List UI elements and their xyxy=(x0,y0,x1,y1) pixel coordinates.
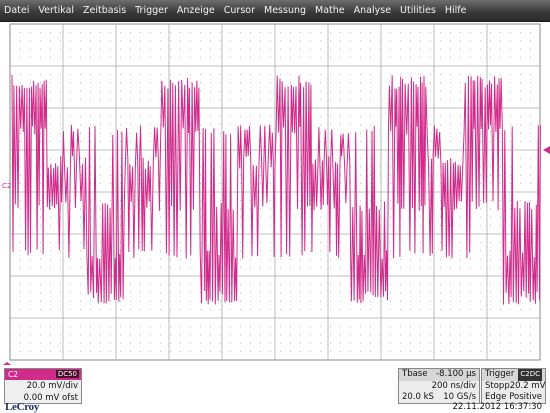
channel-name: C2 xyxy=(8,370,19,379)
trigger-header: Trigger C2DC xyxy=(482,369,545,381)
trigger-source-badge: C2DC xyxy=(518,369,542,381)
trigger-row: Stopp 20.2 mV xyxy=(482,381,545,393)
timebase-descriptor[interactable]: Tbase -8.100 µs 200 ns/div 20.0 kS 10 GS… xyxy=(398,368,480,404)
sample-count: 20.0 kS xyxy=(402,392,434,402)
trigger-level-marker[interactable] xyxy=(543,146,550,154)
trigger-mode: Stopp xyxy=(485,380,510,391)
menu-utilities[interactable]: Utilities xyxy=(400,5,436,16)
channel-2-trace xyxy=(11,74,541,305)
time-per-div: 200 ns/div xyxy=(431,380,476,391)
menu-cursor[interactable]: Cursor xyxy=(224,5,255,16)
timebase-row: 200 ns/div xyxy=(399,381,479,393)
waveform-display[interactable] xyxy=(0,22,550,365)
trigger-label: Trigger xyxy=(485,369,515,379)
trigger-level: 20.2 mV xyxy=(509,380,546,391)
menu-anzeige[interactable]: Anzeige xyxy=(177,5,215,16)
timestamp: 22.11.2012 16:37:30 xyxy=(452,402,542,412)
menu-vertikal[interactable]: Vertikal xyxy=(38,5,74,16)
channel-2-descriptor[interactable]: C2 DC50 20.0 mV/div 0.00 mV ofst xyxy=(4,368,82,404)
timebase-header: Tbase -8.100 µs xyxy=(399,369,479,381)
menu-trigger[interactable]: Trigger xyxy=(135,5,168,16)
menu-hilfe[interactable]: Hilfe xyxy=(445,5,467,16)
vertical-scale: 20.0 mV/div xyxy=(26,381,78,391)
channel-header: C2 DC50 xyxy=(5,369,81,380)
menu-messung[interactable]: Messung xyxy=(264,5,306,16)
menu-zeitbasis[interactable]: Zeitbasis xyxy=(83,5,126,16)
channel-offset-marker: C2 xyxy=(2,182,12,190)
menu-mathe[interactable]: Mathe xyxy=(315,5,345,16)
menu-analyse[interactable]: Analyse xyxy=(354,5,391,16)
timebase-delay: -8.100 µs xyxy=(436,369,476,379)
lecroy-logo: LeCroy xyxy=(5,401,40,413)
menu-bar: Datei Vertikal Zeitbasis Trigger Anzeige Curs… xyxy=(0,0,550,22)
menu-datei[interactable]: Datei xyxy=(4,5,29,16)
trigger-descriptor[interactable]: Trigger C2DC Stopp 20.2 mV Edge Positive xyxy=(481,368,546,404)
timebase-label: Tbase xyxy=(402,369,428,379)
coupling-badge: DC50 xyxy=(55,370,79,378)
